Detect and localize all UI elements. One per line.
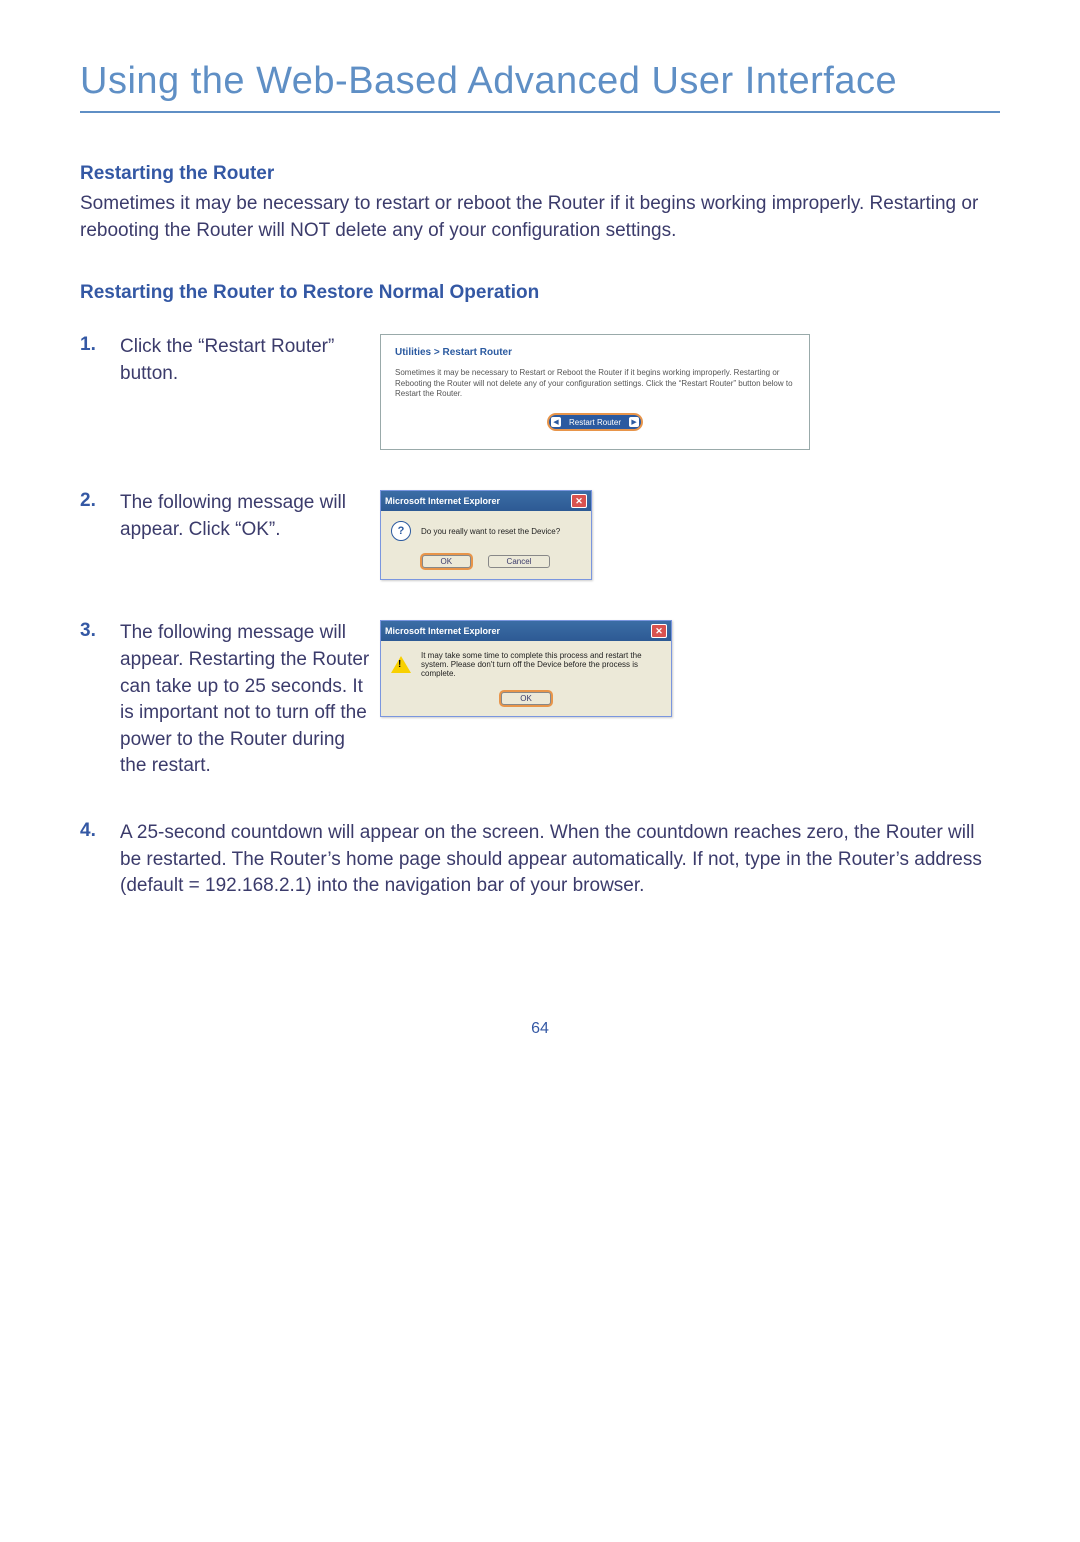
step-number: 2. — [80, 490, 120, 512]
step-2: 2. The following message will appear. Cl… — [80, 490, 1000, 580]
manual-page: Using the Web-Based Advanced User Interf… — [0, 0, 1080, 1078]
arrow-right-icon: ▶ — [629, 417, 639, 427]
step-text: The following message will appear. Resta… — [120, 620, 380, 780]
dialog-title-text: Microsoft Internet Explorer — [385, 626, 500, 636]
cancel-button[interactable]: Cancel — [488, 555, 551, 568]
step-screenshot: Microsoft Internet Explorer ✕ It may tak… — [380, 620, 1000, 717]
step-screenshot: Utilities > Restart Router Sometimes it … — [380, 334, 1000, 450]
step-text: The following message will appear. Click… — [120, 490, 380, 543]
dialog-titlebar: Microsoft Internet Explorer ✕ — [381, 621, 671, 641]
arrow-left-icon: ◀ — [551, 417, 561, 427]
dialog-body: ? Do you really want to reset the Device… — [381, 511, 591, 551]
step-number: 1. — [80, 334, 120, 356]
section-heading: Restarting the Router — [80, 163, 1000, 185]
utility-panel: Utilities > Restart Router Sometimes it … — [380, 334, 810, 450]
step-1: 1. Click the “Restart Router” button. Ut… — [80, 334, 1000, 450]
dialog-title-text: Microsoft Internet Explorer — [385, 496, 500, 506]
dialog-message: Do you really want to reset the Device? — [421, 527, 560, 536]
step-text: Click the “Restart Router” button. — [120, 334, 380, 387]
warning-icon — [391, 656, 411, 673]
page-title: Using the Web-Based Advanced User Interf… — [80, 60, 1000, 113]
close-icon[interactable]: ✕ — [571, 494, 587, 508]
step-4: 4. A 25-second countdown will appear on … — [80, 820, 1000, 900]
intro-text: Sometimes it may be necessary to restart… — [80, 191, 1000, 244]
step-3: 3. The following message will appear. Re… — [80, 620, 1000, 780]
info-dialog: Microsoft Internet Explorer ✕ It may tak… — [380, 620, 672, 717]
dialog-titlebar: Microsoft Internet Explorer ✕ — [381, 491, 591, 511]
sub-heading: Restarting the Router to Restore Normal … — [80, 282, 1000, 304]
ok-button[interactable]: OK — [501, 692, 551, 705]
utility-title: Utilities > Restart Router — [395, 347, 795, 358]
utility-description: Sometimes it may be necessary to Restart… — [395, 368, 795, 399]
restart-button-label: Restart Router — [561, 418, 629, 427]
confirm-dialog: Microsoft Internet Explorer ✕ ? Do you r… — [380, 490, 592, 580]
page-number: 64 — [80, 1020, 1000, 1038]
step-number: 4. — [80, 820, 120, 842]
step-number: 3. — [80, 620, 120, 642]
dialog-body: It may take some time to complete this p… — [381, 641, 671, 688]
step-text: A 25-second countdown will appear on the… — [120, 820, 1000, 900]
dialog-message: It may take some time to complete this p… — [421, 651, 661, 678]
dialog-buttons: OK Cancel — [381, 551, 591, 579]
restart-router-button[interactable]: ◀ Restart Router ▶ — [549, 415, 641, 429]
step-screenshot: Microsoft Internet Explorer ✕ ? Do you r… — [380, 490, 1000, 580]
close-icon[interactable]: ✕ — [651, 624, 667, 638]
question-icon: ? — [391, 521, 411, 541]
ok-button[interactable]: OK — [422, 555, 472, 568]
dialog-buttons: OK — [381, 688, 671, 716]
